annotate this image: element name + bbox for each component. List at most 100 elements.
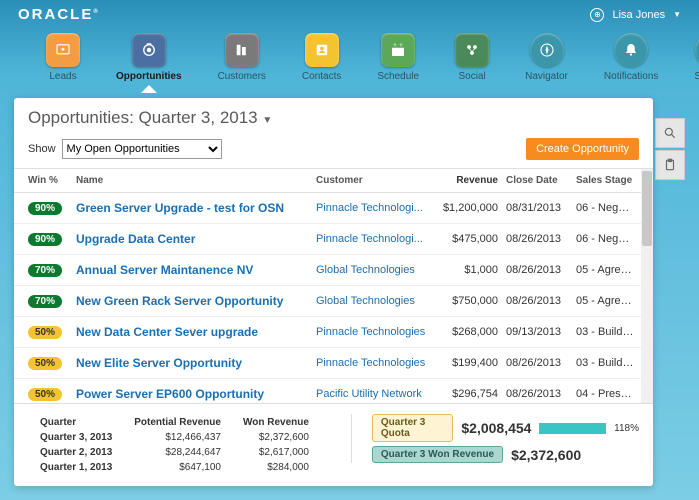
- col-stage[interactable]: Sales Stage: [576, 175, 635, 186]
- win-pill: 50%: [28, 357, 62, 370]
- stage-cell: 03 - Building ...: [576, 357, 635, 369]
- table-row[interactable]: 50% New Data Center Sever upgrade Pinnac…: [14, 317, 653, 348]
- nav-customers[interactable]: Customers: [218, 33, 266, 82]
- scrollbar-thumb[interactable]: [642, 171, 652, 246]
- kpi-quota-value: $2,008,454: [461, 420, 531, 436]
- kpi-quota-bar: [539, 423, 606, 434]
- filter-label: Show: [28, 143, 56, 155]
- revenue-cell: $750,000: [436, 295, 506, 307]
- contacts-icon: [305, 33, 339, 67]
- customer-link[interactable]: Pinnacle Technologies: [316, 357, 436, 369]
- brand-logo: ORACLE®: [18, 6, 100, 23]
- col-win[interactable]: Win %: [28, 175, 76, 186]
- nav-label: Customers: [218, 71, 266, 82]
- revenue-cell: $268,000: [436, 326, 506, 338]
- nav-social[interactable]: Social: [455, 33, 489, 82]
- col-close[interactable]: Close Date: [506, 175, 576, 186]
- stage-cell: 06 - Negotiati...: [576, 233, 635, 245]
- nav-label: Settings: [694, 71, 699, 82]
- customers-icon: [225, 33, 259, 67]
- nav-navigator[interactable]: Navigator: [525, 33, 568, 82]
- col-revenue[interactable]: Revenue: [436, 175, 506, 186]
- user-icon: ⊕: [590, 8, 604, 22]
- customer-link[interactable]: Pinnacle Technologi...: [316, 202, 436, 214]
- close-date-cell: 08/26/2013: [506, 233, 576, 245]
- close-date-cell: 08/26/2013: [506, 357, 576, 369]
- stage-cell: 05 - Agreement: [576, 264, 635, 276]
- customer-link[interactable]: Pinnacle Technologies: [316, 326, 436, 338]
- customer-link[interactable]: Global Technologies: [316, 295, 436, 307]
- win-pill: 90%: [28, 202, 62, 215]
- create-opportunity-button[interactable]: Create Opportunity: [526, 138, 639, 160]
- table-row[interactable]: 70% New Green Rack Server Opportunity Gl…: [14, 286, 653, 317]
- kpi-won: Quarter 3 Won Revenue $2,372,600: [372, 446, 581, 463]
- close-date-cell: 08/26/2013: [506, 295, 576, 307]
- user-area[interactable]: ⊕ Lisa Jones ▼: [590, 8, 681, 22]
- opportunity-name-link[interactable]: New Elite Server Opportunity: [76, 356, 316, 370]
- revenue-cell: $199,400: [436, 357, 506, 369]
- panel-footer: QuarterPotential RevenueWon Revenue Quar…: [14, 403, 653, 486]
- table-row[interactable]: 50% Power Server EP600 Opportunity Pacif…: [14, 379, 653, 403]
- table-row[interactable]: 90% Green Server Upgrade - test for OSN …: [14, 193, 653, 224]
- close-date-cell: 08/31/2013: [506, 202, 576, 214]
- summary-row: Quarter 3, 2013$12,466,437$2,372,600: [30, 431, 319, 444]
- stage-cell: 03 - Building ...: [576, 326, 635, 338]
- col-customer[interactable]: Customer: [316, 175, 436, 186]
- opportunity-name-link[interactable]: New Data Center Sever upgrade: [76, 325, 316, 339]
- opportunities-icon: [132, 33, 166, 67]
- filter-control: Show My Open Opportunities: [28, 139, 222, 159]
- nav-schedule[interactable]: Schedule: [377, 33, 419, 82]
- kpi-quota-label: Quarter 3 Quota: [372, 414, 453, 442]
- chevron-down-icon: ▼: [673, 10, 681, 19]
- clipboard-button[interactable]: [655, 150, 685, 180]
- opportunity-name-link[interactable]: Upgrade Data Center: [76, 232, 316, 246]
- page-title[interactable]: Opportunities: Quarter 3, 2013 ▼: [28, 108, 639, 128]
- nav-leads[interactable]: Leads: [46, 33, 80, 82]
- customer-link[interactable]: Pinnacle Technologi...: [316, 233, 436, 245]
- nav-label: Navigator: [525, 71, 568, 82]
- nav-label: Notifications: [604, 71, 658, 82]
- kpi-area: Quarter 3 Quota $2,008,454 118% Quarter …: [351, 414, 639, 463]
- filter-select[interactable]: My Open Opportunities: [62, 139, 222, 159]
- notifications-icon: [614, 33, 648, 67]
- customer-link[interactable]: Global Technologies: [316, 264, 436, 276]
- stage-cell: 06 - Negotiati...: [576, 202, 635, 214]
- revenue-cell: $1,000: [436, 264, 506, 276]
- revenue-cell: $1,200,000: [436, 202, 506, 214]
- summary-row: Quarter 1, 2013$647,100$284,000: [30, 461, 319, 474]
- panel-header: Opportunities: Quarter 3, 2013 ▼: [14, 98, 653, 134]
- main-nav: Leads Opportunities Customers Contacts S…: [0, 33, 699, 94]
- opportunity-name-link[interactable]: Annual Server Maintanence NV: [76, 263, 316, 277]
- nav-label: Contacts: [302, 71, 341, 82]
- nav-notifications[interactable]: Notifications: [604, 33, 658, 82]
- summary-table: QuarterPotential RevenueWon Revenue Quar…: [28, 414, 321, 476]
- schedule-icon: [381, 33, 415, 67]
- opportunity-name-link[interactable]: New Green Rack Server Opportunity: [76, 294, 316, 308]
- summary-row: Quarter 2, 2013$28,244,647$2,617,000: [30, 446, 319, 459]
- kpi-won-label: Quarter 3 Won Revenue: [372, 446, 503, 463]
- user-name: Lisa Jones: [612, 9, 665, 21]
- nav-label: Schedule: [377, 71, 419, 82]
- revenue-cell: $475,000: [436, 233, 506, 245]
- leads-icon: [46, 33, 80, 67]
- scrollbar[interactable]: [641, 169, 653, 403]
- controls-row: Show My Open Opportunities Create Opport…: [14, 134, 653, 168]
- grid-header: Win % Name Customer Revenue Close Date S…: [14, 169, 653, 193]
- opportunity-name-link[interactable]: Green Server Upgrade - test for OSN: [76, 201, 316, 215]
- nav-contacts[interactable]: Contacts: [302, 33, 341, 82]
- close-date-cell: 08/26/2013: [506, 388, 576, 400]
- stage-cell: 05 - Agreement: [576, 295, 635, 307]
- nav-label: Leads: [49, 71, 76, 82]
- nav-opportunities[interactable]: Opportunities: [116, 33, 182, 82]
- customer-link[interactable]: Pacific Utility Network: [316, 388, 436, 400]
- table-row[interactable]: 90% Upgrade Data Center Pinnacle Technol…: [14, 224, 653, 255]
- nav-settings[interactable]: Settings: [694, 33, 699, 82]
- settings-icon: [695, 33, 699, 67]
- navigator-icon: [530, 33, 564, 67]
- search-button[interactable]: [655, 118, 685, 148]
- col-name[interactable]: Name: [76, 175, 316, 186]
- table-row[interactable]: 70% Annual Server Maintanence NV Global …: [14, 255, 653, 286]
- kpi-won-value: $2,372,600: [511, 447, 581, 463]
- opportunity-name-link[interactable]: Power Server EP600 Opportunity: [76, 387, 316, 401]
- table-row[interactable]: 50% New Elite Server Opportunity Pinnacl…: [14, 348, 653, 379]
